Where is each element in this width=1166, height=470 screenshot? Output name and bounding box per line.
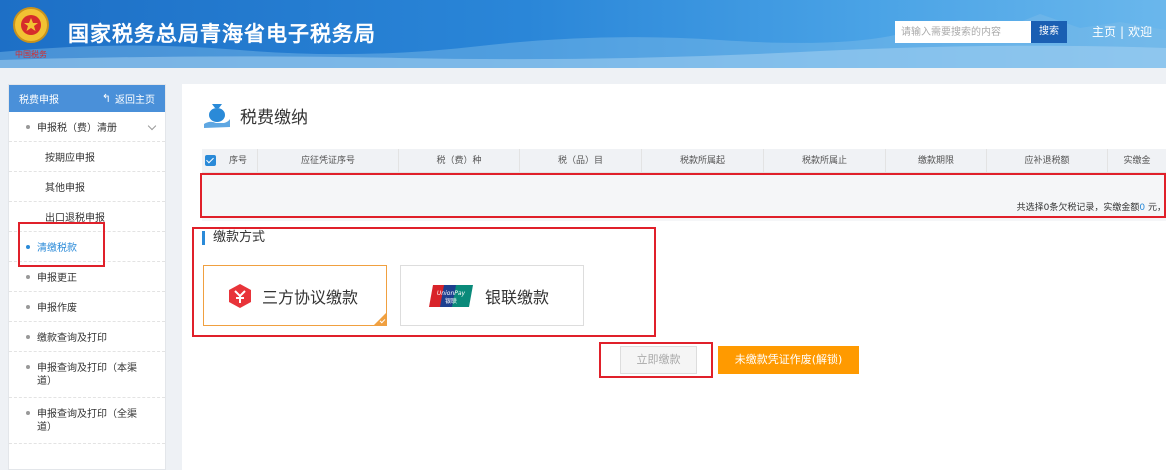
page-title: 税费缴纳 (240, 107, 308, 128)
bullet-dot-icon (26, 411, 30, 415)
bullet-dot-icon (26, 274, 30, 279)
column-header: 税款所属起 (642, 148, 764, 173)
main-panel: 税费缴纳 序号 应征凭证序号 税（费）种 税（品）目 税款所属起 税款所属止 缴… (182, 84, 1166, 470)
national-tax-emblem-icon[interactable]: 中国税务 (8, 4, 54, 62)
payment-method-tripartite[interactable]: 三方协议缴款 (203, 265, 387, 326)
sidebar-item-export-rebate[interactable]: 出口退税申报 (9, 202, 165, 232)
sidebar-item-label: 按期应申报 (45, 153, 95, 164)
search-button[interactable]: 搜索 (1031, 21, 1067, 43)
payment-method-label: 三方协议缴款 (262, 287, 359, 307)
bullet-dot-icon (26, 365, 30, 369)
sidebar-item-label: 申报查询及打印（全渠道） (37, 408, 137, 433)
sidebar-item-label: 其他申报 (45, 183, 85, 194)
payment-method-label: 银联缴款 (485, 287, 550, 307)
money-bag-hand-icon (204, 104, 230, 128)
sidebar-item-payment-query[interactable]: 缴款查询及打印 (9, 322, 165, 352)
unionpay-icon: UnionPay 银联 (429, 284, 473, 307)
summary-suffix: 元， (1145, 203, 1166, 213)
summary-prefix: 共选择 (1016, 203, 1044, 213)
sidebar-item-label: 申报税（费）清册 (37, 123, 117, 134)
pay-now-button[interactable]: 立即缴款 (620, 346, 697, 374)
payment-method-unionpay[interactable]: UnionPay 银联 银联缴款 (400, 265, 584, 326)
back-arrow-icon: ↰ (101, 92, 111, 105)
sidebar-item-void[interactable]: 申报作废 (9, 292, 165, 322)
sidebar-item-pay-taxes[interactable]: 清缴税款 (9, 232, 165, 262)
home-link[interactable]: 主页 (1092, 25, 1116, 39)
back-home-link[interactable]: ↰ 返回主页 (102, 91, 155, 106)
column-header: 税（品）目 (520, 148, 642, 173)
tripartite-agreement-icon (229, 283, 251, 308)
column-header: 应征凭证序号 (258, 148, 399, 173)
sidebar: 税费申报 ↰ 返回主页 申报税（费）清册 按期应申报 其他申报 出口退税申报 清… (8, 84, 166, 470)
top-header: 中国税务 国家税务总局青海省电子税务局 搜索 主页 |欢迎 (0, 0, 1166, 68)
column-header: 实缴金 (1123, 155, 1151, 166)
sidebar-item-periodic-declaration[interactable]: 按期应申报 (9, 142, 165, 172)
page-header: 税费缴纳 (202, 100, 308, 130)
summary-middle: 条欠税记录，实缴金额 (1049, 203, 1140, 213)
chevron-down-icon[interactable] (147, 121, 157, 130)
sidebar-item-label: 缴款查询及打印 (37, 333, 107, 344)
sidebar-item-declaration-list[interactable]: 申报税（费）清册 (9, 112, 165, 142)
svg-text:银联: 银联 (445, 297, 457, 305)
column-header: 序号 (219, 148, 258, 173)
back-home-label: 返回主页 (115, 95, 155, 106)
emblem-caption: 中国税务 (15, 49, 47, 59)
sidebar-item-label: 申报更正 (37, 273, 77, 284)
column-header: 税（费）种 (399, 148, 520, 173)
sidebar-header-title: 税费申报 (19, 95, 59, 106)
sidebar-item-label: 清缴税款 (37, 243, 77, 254)
sidebar-header: 税费申报 ↰ 返回主页 (9, 85, 165, 112)
select-all-cell (202, 149, 219, 173)
table-header-row: 序号 应征凭证序号 税（费）种 税（品）目 税款所属起 税款所属止 缴款期限 应… (202, 148, 1166, 173)
void-unpaid-voucher-button[interactable]: 未缴款凭证作废(解锁) (718, 346, 859, 374)
bullet-dot-icon (26, 244, 30, 249)
bullet-dot-icon (26, 304, 30, 309)
column-header: 税款所属止 (764, 148, 886, 173)
payment-section-label: 缴款方式 (202, 231, 265, 245)
search-input[interactable] (895, 21, 1031, 43)
sidebar-item-label: 出口退税申报 (45, 213, 105, 224)
bullet-dot-icon (26, 124, 30, 129)
select-all-checkbox[interactable] (205, 154, 216, 166)
selection-summary: 共选择0条欠税记录，实缴金额0 元， (1017, 200, 1166, 213)
sidebar-item-label: 申报作废 (37, 303, 77, 314)
svg-text:UnionPay: UnionPay (437, 290, 466, 297)
table-body-empty: 共选择0条欠税记录，实缴金额0 元， (202, 173, 1166, 221)
sidebar-item-correction[interactable]: 申报更正 (9, 262, 165, 292)
column-header: 缴款期限 (886, 148, 987, 173)
sidebar-item-query-all-channels[interactable]: 申报查询及打印（全渠道） (9, 398, 165, 444)
top-links: 主页 | 欢迎 (1092, 23, 1152, 40)
site-title: 国家税务总局青海省电子税务局 (68, 22, 376, 46)
tax-records-table: 序号 应征凭证序号 税（费）种 税（品）目 税款所属起 税款所属止 缴款期限 应… (202, 148, 1166, 221)
sidebar-item-label: 申报查询及打印（本渠道） (37, 362, 137, 387)
sidebar-item-query-this-channel[interactable]: 申报查询及打印（本渠道） (9, 352, 165, 398)
bullet-dot-icon (26, 334, 30, 339)
column-header: 应补退税额 (987, 148, 1108, 173)
welcome-text: 欢迎 (1128, 25, 1153, 39)
sidebar-item-other-declaration[interactable]: 其他申报 (9, 172, 165, 202)
top-separator: | (1120, 25, 1125, 39)
